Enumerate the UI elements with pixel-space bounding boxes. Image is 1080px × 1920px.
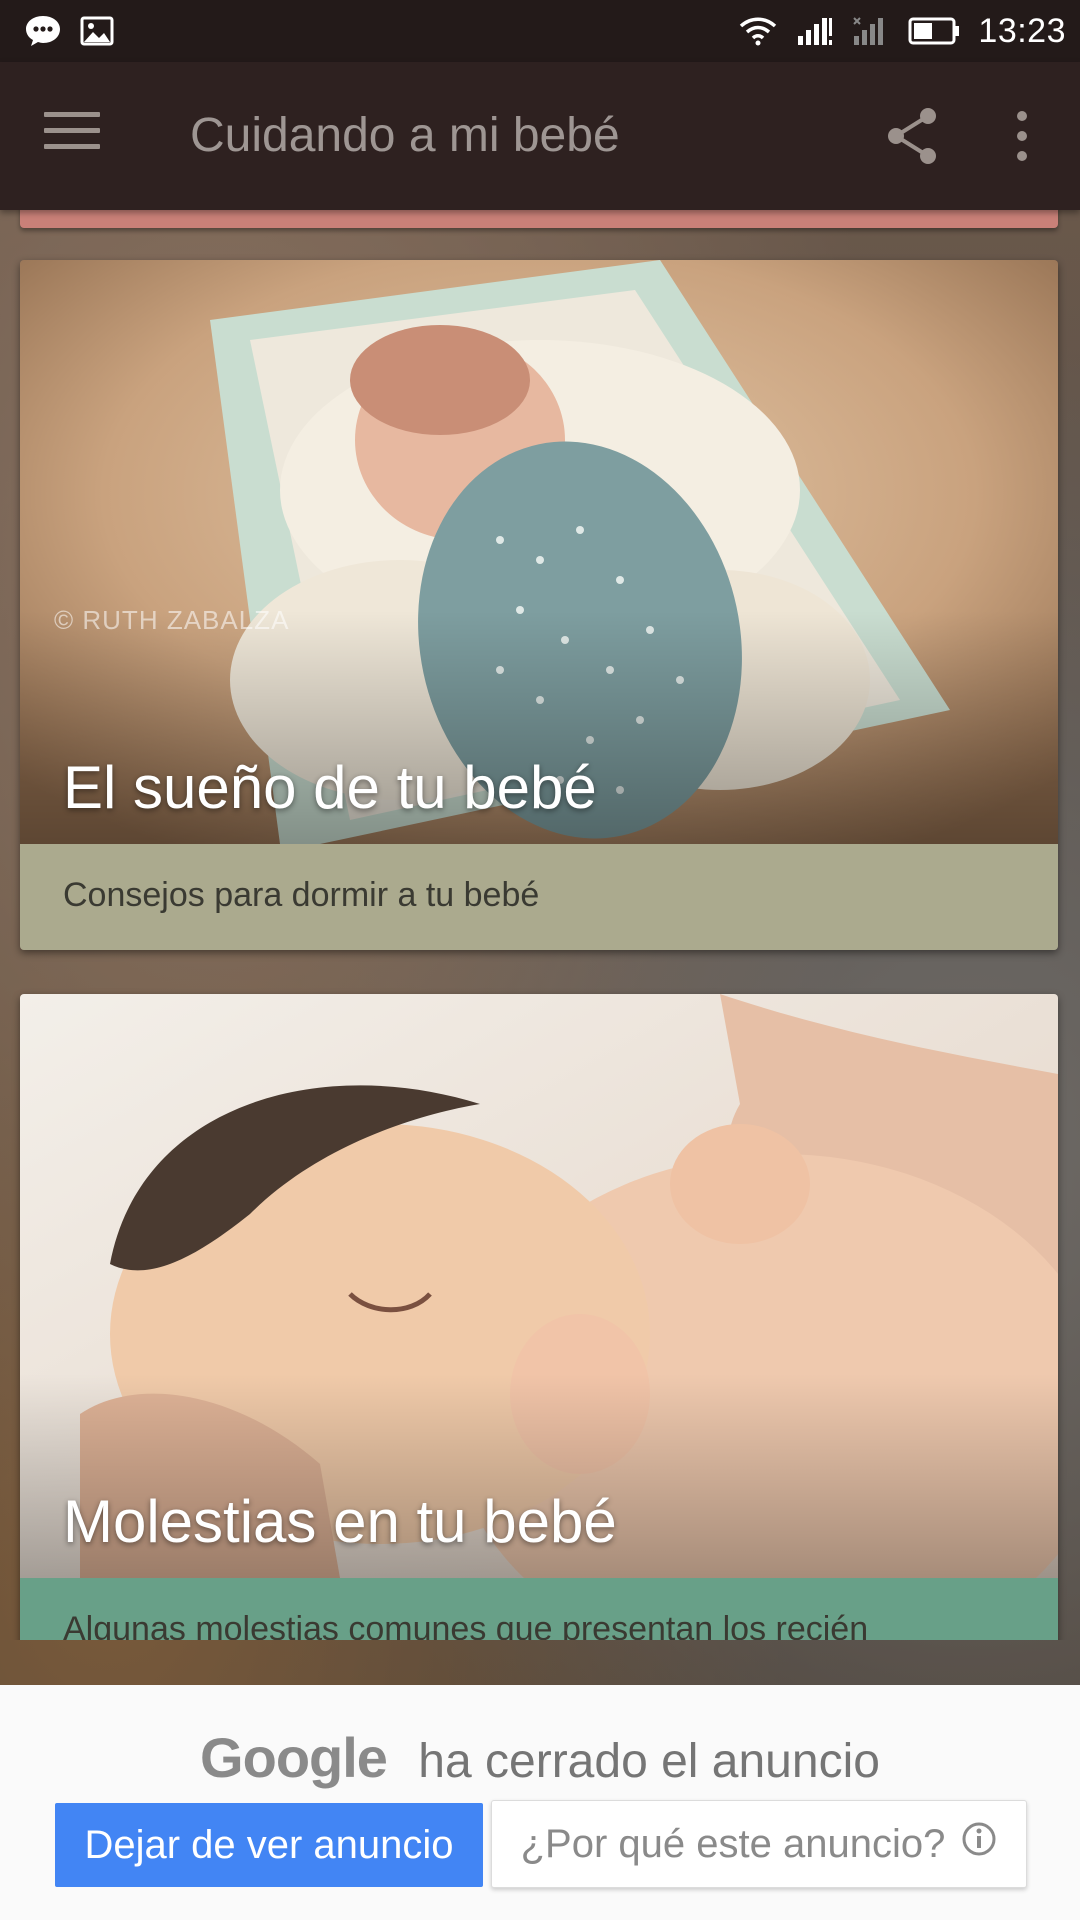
sleeping-baby-image: © RUTH ZABALZA El sueño de tu bebé bbox=[20, 260, 1058, 844]
card-list[interactable]: © RUTH ZABALZA El sueño de tu bebé Conse… bbox=[0, 210, 1080, 1640]
card-title: Molestias en tu bebé bbox=[63, 1488, 617, 1555]
card-sleep[interactable]: © RUTH ZABALZA El sueño de tu bebé Conse… bbox=[20, 260, 1058, 950]
ad-closed-message: Google ha cerrado el anuncio bbox=[0, 1725, 1080, 1790]
stop-seeing-ad-button[interactable]: Dejar de ver anuncio bbox=[55, 1803, 483, 1887]
card-subtitle: Algunas molestias comunes que presentan … bbox=[20, 1578, 1058, 1640]
google-logo: Google bbox=[200, 1726, 388, 1789]
message-icon bbox=[24, 14, 62, 48]
signal-no-sim-icon bbox=[852, 16, 890, 46]
photo-watermark: © RUTH ZABALZA bbox=[54, 605, 290, 635]
clock: 13:23 bbox=[978, 11, 1066, 50]
more-vert-icon[interactable] bbox=[1000, 106, 1044, 166]
card-subtitle: Consejos para dormir a tu bebé bbox=[20, 844, 1058, 950]
newborn-hand-image: Molestias en tu bebé bbox=[20, 994, 1058, 1578]
signal-icon bbox=[796, 16, 834, 46]
ad-closed-text: ha cerrado el anuncio bbox=[418, 1735, 880, 1788]
why-this-ad-label: ¿Por qué este anuncio? bbox=[520, 1821, 946, 1866]
wifi-icon bbox=[738, 16, 778, 46]
why-this-ad-button[interactable]: ¿Por qué este anuncio? bbox=[491, 1800, 1027, 1888]
ad-closed-banner: Google ha cerrado el anuncio Dejar de ve… bbox=[0, 1685, 1080, 1920]
app-bar: Cuidando a mi bebé bbox=[0, 62, 1080, 210]
previous-card-edge[interactable] bbox=[20, 210, 1058, 228]
hamburger-menu-icon[interactable] bbox=[44, 112, 100, 160]
status-bar: 13:23 bbox=[0, 0, 1080, 62]
info-icon bbox=[961, 1821, 997, 1867]
app-title: Cuidando a mi bebé bbox=[190, 109, 620, 162]
app-screen: 13:23 Cuidando a mi bebé © RUTH ZABALZA … bbox=[0, 0, 1080, 1920]
share-icon[interactable] bbox=[884, 106, 940, 166]
card-title: El sueño de tu bebé bbox=[63, 754, 597, 821]
battery-icon bbox=[908, 17, 960, 45]
card-discomforts[interactable]: Molestias en tu bebé Algunas molestias c… bbox=[20, 994, 1058, 1640]
image-icon bbox=[80, 16, 114, 46]
